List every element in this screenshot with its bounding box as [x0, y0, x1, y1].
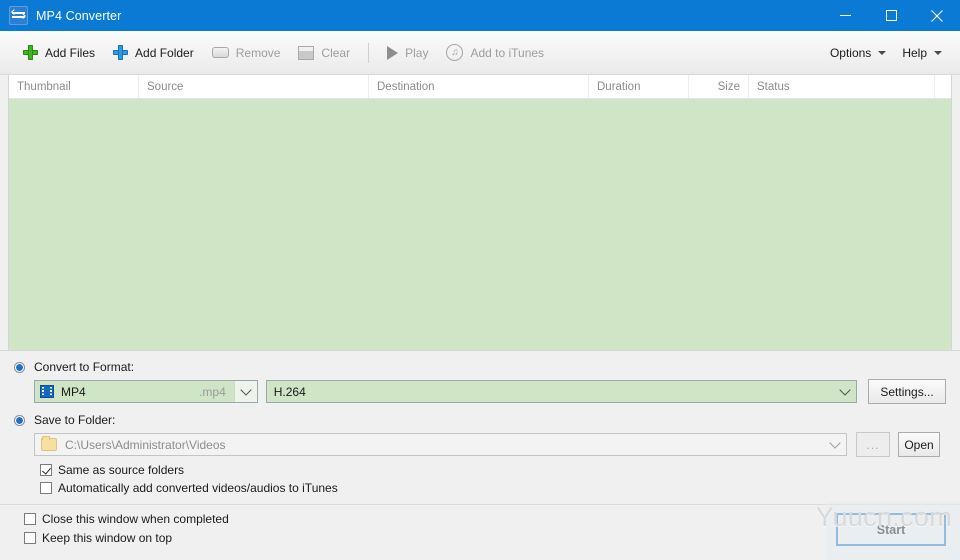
- toolbar-right-menus: Options Help: [822, 31, 950, 75]
- start-button[interactable]: Start: [836, 513, 946, 546]
- add-to-itunes-button: ♫ Add to iTunes: [437, 38, 553, 68]
- format-dropdown[interactable]: MP4 .mp4: [34, 380, 258, 403]
- clear-icon: [298, 45, 315, 60]
- app-window: MP4 Converter Add Files Add Folder Remov…: [0, 0, 960, 560]
- play-button: Play: [378, 38, 437, 68]
- play-label: Play: [405, 45, 429, 60]
- options-menu[interactable]: Options: [822, 40, 894, 66]
- toolbar: Add Files Add Folder Remove Clear Play ♫…: [0, 31, 960, 75]
- itunes-icon: ♫: [446, 44, 464, 61]
- auto-add-itunes-checkbox[interactable]: [40, 482, 52, 494]
- footer-bar: Close this window when completed Keep th…: [0, 504, 960, 560]
- close-when-completed-checkbox[interactable]: [24, 513, 36, 525]
- minimize-button[interactable]: [822, 0, 868, 31]
- folder-icon: [41, 436, 57, 451]
- open-folder-button[interactable]: Open: [898, 432, 940, 457]
- help-menu[interactable]: Help: [894, 40, 950, 66]
- save-to-folder-radio[interactable]: [14, 414, 25, 426]
- add-files-button[interactable]: Add Files: [14, 38, 104, 68]
- options-menu-label: Options: [829, 46, 872, 60]
- auto-add-itunes-row[interactable]: Automatically add converted videos/audio…: [40, 481, 946, 495]
- format-row: MP4 .mp4 H.264 Settings...: [14, 379, 946, 404]
- browse-folder-button: ...: [856, 432, 890, 457]
- settings-button[interactable]: Settings...: [868, 379, 946, 404]
- remove-button: Remove: [203, 38, 290, 68]
- clear-button: Clear: [289, 38, 359, 68]
- format-extension: .mp4: [199, 384, 226, 399]
- folder-path-row: C:\Users\Administrator\Videos ... Open: [14, 432, 946, 457]
- remove-icon: [211, 47, 229, 58]
- maximize-button[interactable]: [868, 0, 914, 31]
- column-header-size[interactable]: Size: [689, 75, 749, 98]
- column-label: Source: [147, 80, 184, 93]
- save-to-folder-label: Save to Folder:: [34, 413, 116, 427]
- convert-to-format-label: Convert to Format:: [34, 360, 135, 374]
- file-list-body[interactable]: [9, 99, 951, 350]
- save-folder-input[interactable]: C:\Users\Administrator\Videos: [34, 433, 847, 456]
- settings-panel: Convert to Format: MP4 .mp4 H.264 Settin…: [0, 350, 960, 504]
- keep-on-top-label: Keep this window on top: [42, 531, 173, 545]
- convert-to-format-row: Convert to Format:: [14, 360, 946, 374]
- codec-dropdown-arrow[interactable]: [834, 381, 856, 402]
- same-as-source-folders-row[interactable]: Same as source folders: [40, 463, 946, 477]
- column-header-destination[interactable]: Destination: [369, 75, 589, 98]
- chevron-down-icon: [934, 51, 942, 55]
- close-button[interactable]: [914, 0, 960, 31]
- keep-on-top-row[interactable]: Keep this window on top: [24, 531, 229, 545]
- title-bar: MP4 Converter: [0, 0, 960, 31]
- save-to-folder-row: Save to Folder:: [14, 413, 946, 427]
- remove-label: Remove: [235, 45, 281, 60]
- chevron-down-icon: [240, 383, 252, 396]
- column-header-thumbnail[interactable]: Thumbnail: [9, 75, 139, 98]
- same-as-source-folders-checkbox[interactable]: [40, 464, 52, 476]
- film-strip-icon: [40, 385, 54, 398]
- plus-green-icon: [23, 45, 38, 60]
- column-header-duration[interactable]: Duration: [589, 75, 689, 98]
- close-when-completed-row[interactable]: Close this window when completed: [24, 512, 229, 526]
- add-folder-button[interactable]: Add Folder: [104, 38, 203, 68]
- column-header-status[interactable]: Status: [749, 75, 935, 98]
- chevron-down-icon: [839, 383, 851, 396]
- chevron-down-icon: [829, 436, 841, 449]
- footer-checkboxes: Close this window when completed Keep th…: [14, 512, 229, 545]
- chevron-down-icon: [878, 51, 887, 55]
- file-list-header: Thumbnail Source Destination Duration Si…: [9, 75, 951, 99]
- toolbar-separator: [368, 42, 370, 63]
- codec-value: H.264: [273, 384, 306, 399]
- column-label: Size: [717, 80, 740, 93]
- codec-dropdown[interactable]: H.264: [265, 380, 858, 403]
- convert-icon: [9, 6, 28, 25]
- format-name: MP4: [61, 384, 86, 399]
- save-folder-dropdown-arrow[interactable]: [824, 434, 846, 455]
- play-icon: [387, 45, 399, 60]
- file-list: Thumbnail Source Destination Duration Si…: [8, 75, 952, 350]
- column-label: Duration: [597, 80, 641, 93]
- convert-to-format-radio[interactable]: [14, 361, 25, 373]
- same-as-source-folders-label: Same as source folders: [58, 463, 185, 477]
- column-header-source[interactable]: Source: [139, 75, 369, 98]
- help-menu-label: Help: [902, 46, 927, 60]
- window-controls: [822, 0, 960, 31]
- clear-label: Clear: [321, 45, 351, 60]
- add-folder-label: Add Folder: [135, 45, 194, 60]
- window-title: MP4 Converter: [36, 8, 122, 23]
- add-files-label: Add Files: [45, 45, 96, 60]
- column-label: Thumbnail: [17, 80, 71, 93]
- plus-blue-icon: [113, 45, 129, 60]
- format-dropdown-arrow[interactable]: [233, 381, 257, 402]
- save-folder-path: C:\Users\Administrator\Videos: [65, 437, 226, 452]
- keep-on-top-checkbox[interactable]: [24, 532, 36, 544]
- add-to-itunes-label: Add to iTunes: [470, 45, 545, 60]
- column-label: Destination: [377, 80, 435, 93]
- close-when-completed-label: Close this window when completed: [42, 512, 229, 526]
- column-label: Status: [757, 80, 790, 93]
- auto-add-itunes-label: Automatically add converted videos/audio…: [58, 481, 338, 495]
